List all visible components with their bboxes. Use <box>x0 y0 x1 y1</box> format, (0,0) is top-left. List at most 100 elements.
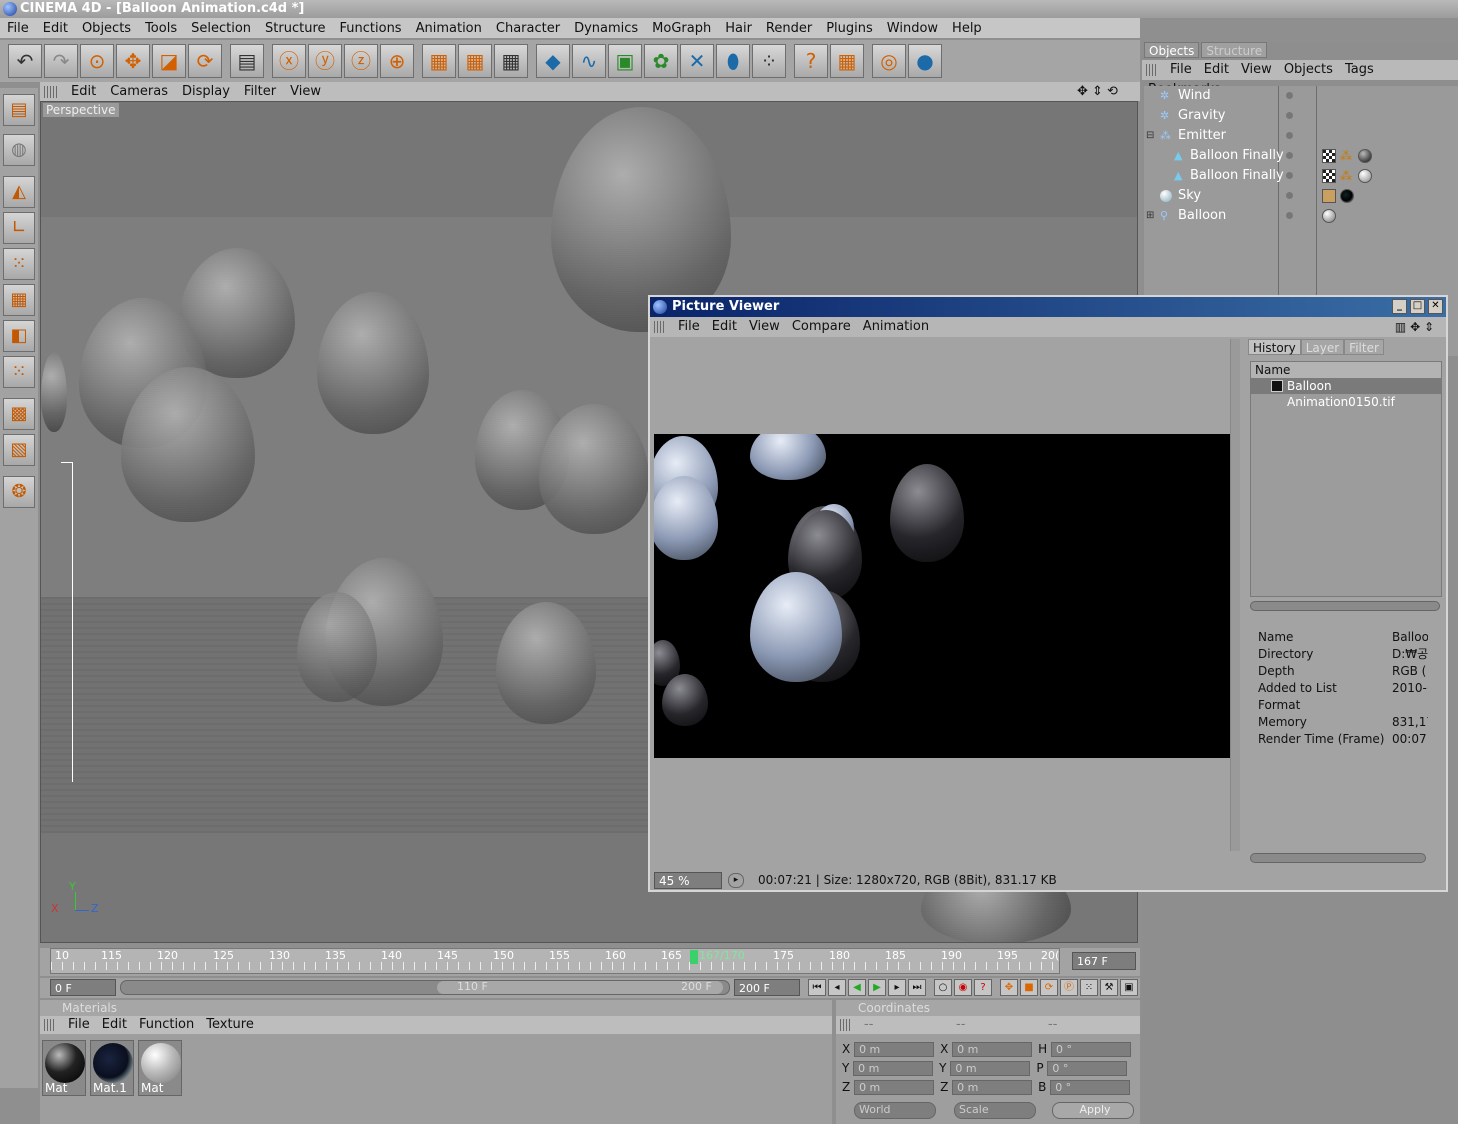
object-row-sky[interactable]: Sky <box>1144 186 1458 206</box>
scheme-icon[interactable]: ⚒ <box>1100 979 1118 996</box>
record-icon[interactable]: ○ <box>934 979 952 996</box>
materials-menu-texture[interactable]: Texture <box>200 1016 260 1034</box>
materials-menu-file[interactable]: File <box>62 1016 96 1034</box>
end-frame-field[interactable]: 200 F <box>734 979 800 996</box>
viewport-menu-display[interactable]: Display <box>175 82 237 101</box>
particle-icon[interactable]: ⁘ <box>752 44 786 78</box>
tab-objects[interactable]: Objects <box>1144 42 1200 58</box>
help-icon[interactable]: ? <box>794 44 828 78</box>
timeline-ruler[interactable]: 10 115 120 125 130 135 140 145 150 155 1… <box>40 948 1140 976</box>
recent-tools-icon[interactable]: ▤ <box>230 44 264 78</box>
table-icon[interactable]: ▦ <box>830 44 864 78</box>
y-axis-lock-icon[interactable]: ⓨ <box>308 44 342 78</box>
material-tag-icon[interactable] <box>1340 189 1354 203</box>
rot-b-field[interactable]: 0 ° <box>1050 1080 1131 1095</box>
pv-menu-file[interactable]: File <box>672 317 706 337</box>
frame-range-slider[interactable]: 110 F 200 F <box>120 980 730 995</box>
z-axis-lock-icon[interactable]: ⓩ <box>344 44 378 78</box>
object-row-emitter[interactable]: ⊟ ⁂ Emitter <box>1144 126 1458 146</box>
spline-icon[interactable]: ∿ <box>572 44 606 78</box>
live-selection-icon[interactable]: ⊙ <box>80 44 114 78</box>
polygons-mode-icon[interactable]: ◧ <box>3 320 35 352</box>
pv-menu-compare[interactable]: Compare <box>786 317 857 337</box>
viewport-menu-edit[interactable]: Edit <box>64 82 103 101</box>
display-tag-icon[interactable] <box>1322 189 1336 203</box>
sculpt-icon[interactable]: ◍ <box>3 134 35 166</box>
materials-menu-edit[interactable]: Edit <box>96 1016 133 1034</box>
menu-file[interactable]: File <box>0 19 36 39</box>
environment-icon[interactable]: ⬮ <box>716 44 750 78</box>
x-axis-lock-icon[interactable]: ⓧ <box>272 44 306 78</box>
render-settings-icon[interactable]: ▦ <box>494 44 528 78</box>
coord-mode-dropdown[interactable]: Scale <box>954 1102 1036 1119</box>
minimize-icon[interactable]: _ <box>1392 299 1407 314</box>
menu-selection[interactable]: Selection <box>184 19 258 39</box>
materials-menu-function[interactable]: Function <box>133 1016 200 1034</box>
prev-key-icon[interactable]: ◂ <box>828 979 846 996</box>
render-picture-viewer-icon[interactable]: ▦ <box>458 44 492 78</box>
object-row-balloon[interactable]: ⊞ ⚲ Balloon <box>1144 206 1458 226</box>
timeline-window-icon[interactable]: ▣ <box>1120 979 1138 996</box>
coord-system-dropdown[interactable]: World <box>854 1102 936 1119</box>
timeline-ticks[interactable]: 10 115 120 125 130 135 140 145 150 155 1… <box>50 948 1060 974</box>
size-z-field[interactable]: 0 m <box>952 1080 1033 1095</box>
zoom-arrow-icon[interactable]: ▸ <box>728 873 744 888</box>
object-row-gravity[interactable]: ✲ Gravity <box>1144 106 1458 126</box>
viewport-menu-view[interactable]: View <box>283 82 328 101</box>
material-swatch[interactable]: Mat <box>42 1040 86 1096</box>
layout-icon[interactable]: ▤ <box>3 94 35 126</box>
play-backward-icon[interactable]: ◀ <box>848 979 866 996</box>
objects-menu-file[interactable]: File <box>1164 60 1198 80</box>
redo-icon[interactable]: ↷ <box>44 44 78 78</box>
objects-menu-view[interactable]: View <box>1235 60 1278 80</box>
pos-z-field[interactable]: 0 m <box>854 1080 935 1095</box>
menu-character[interactable]: Character <box>489 19 567 39</box>
edges-mode-icon[interactable]: ▦ <box>3 284 35 316</box>
material-tag-icon[interactable] <box>1358 169 1372 183</box>
pos-y-field[interactable]: 0 m <box>853 1061 934 1076</box>
autokey-icon[interactable]: ◉ <box>954 979 972 996</box>
close-icon[interactable]: ✕ <box>1428 299 1443 314</box>
keyframe-selection-icon[interactable]: ? <box>974 979 992 996</box>
history-h-scrollbar[interactable] <box>1250 601 1440 611</box>
menu-plugins[interactable]: Plugins <box>819 19 880 39</box>
apply-button[interactable]: Apply <box>1052 1102 1134 1119</box>
rotate-icon[interactable]: ⟳ <box>188 44 222 78</box>
play-forward-icon[interactable]: ▶ <box>868 979 886 996</box>
pv-vertical-scrollbar[interactable] <box>1230 339 1240 851</box>
current-frame-marker[interactable] <box>690 950 698 964</box>
object-row-wind[interactable]: ✲ Wind <box>1144 86 1458 106</box>
menu-render[interactable]: Render <box>759 19 819 39</box>
viewport-menu-cameras[interactable]: Cameras <box>103 82 175 101</box>
web-icon[interactable]: ◎ <box>872 44 906 78</box>
move-icon[interactable]: ✥ <box>116 44 150 78</box>
object-axis-icon[interactable]: ∟ <box>3 212 35 244</box>
menu-objects[interactable]: Objects <box>75 19 138 39</box>
texture-tag-icon[interactable] <box>1322 149 1336 163</box>
zoom-field[interactable]: 45 % <box>654 872 722 889</box>
scale-icon[interactable]: ◪ <box>152 44 186 78</box>
material-tag-icon[interactable] <box>1322 209 1336 223</box>
pos-x-field[interactable]: 0 m <box>854 1042 935 1057</box>
key-rotation-icon[interactable]: ⟳ <box>1040 979 1058 996</box>
uv-mode-icon[interactable]: ⁙ <box>3 356 35 388</box>
tab-filter[interactable]: Filter <box>1344 339 1384 355</box>
start-frame-field[interactable]: 0 F <box>50 979 116 996</box>
rot-h-field[interactable]: 0 ° <box>1050 1042 1131 1057</box>
history-item[interactable]: Balloon Animation0150.tif <box>1251 378 1441 409</box>
material-swatch[interactable]: Mat.1 <box>90 1040 134 1096</box>
maximize-icon[interactable]: □ <box>1410 299 1425 314</box>
key-position-icon[interactable]: ✥ <box>1000 979 1018 996</box>
viewport-menu-filter[interactable]: Filter <box>237 82 283 101</box>
menu-mograph[interactable]: MoGraph <box>645 19 718 39</box>
collapse-icon[interactable]: ⊟ <box>1146 130 1158 142</box>
texture-tag-icon[interactable] <box>1322 169 1336 183</box>
key-pla-icon[interactable]: ⁙ <box>1080 979 1098 996</box>
info-h-scrollbar[interactable] <box>1250 853 1426 863</box>
texture-axis-icon[interactable]: ▧ <box>3 434 35 466</box>
render-view-icon[interactable]: ▦ <box>422 44 456 78</box>
texture-mode-icon[interactable]: ▩ <box>3 398 35 430</box>
undo-icon[interactable]: ↶ <box>8 44 42 78</box>
object-row-balloon-finally[interactable]: ▲ Balloon Finally ⁂ <box>1144 146 1458 166</box>
goto-start-icon[interactable]: ⏮ <box>808 979 826 996</box>
